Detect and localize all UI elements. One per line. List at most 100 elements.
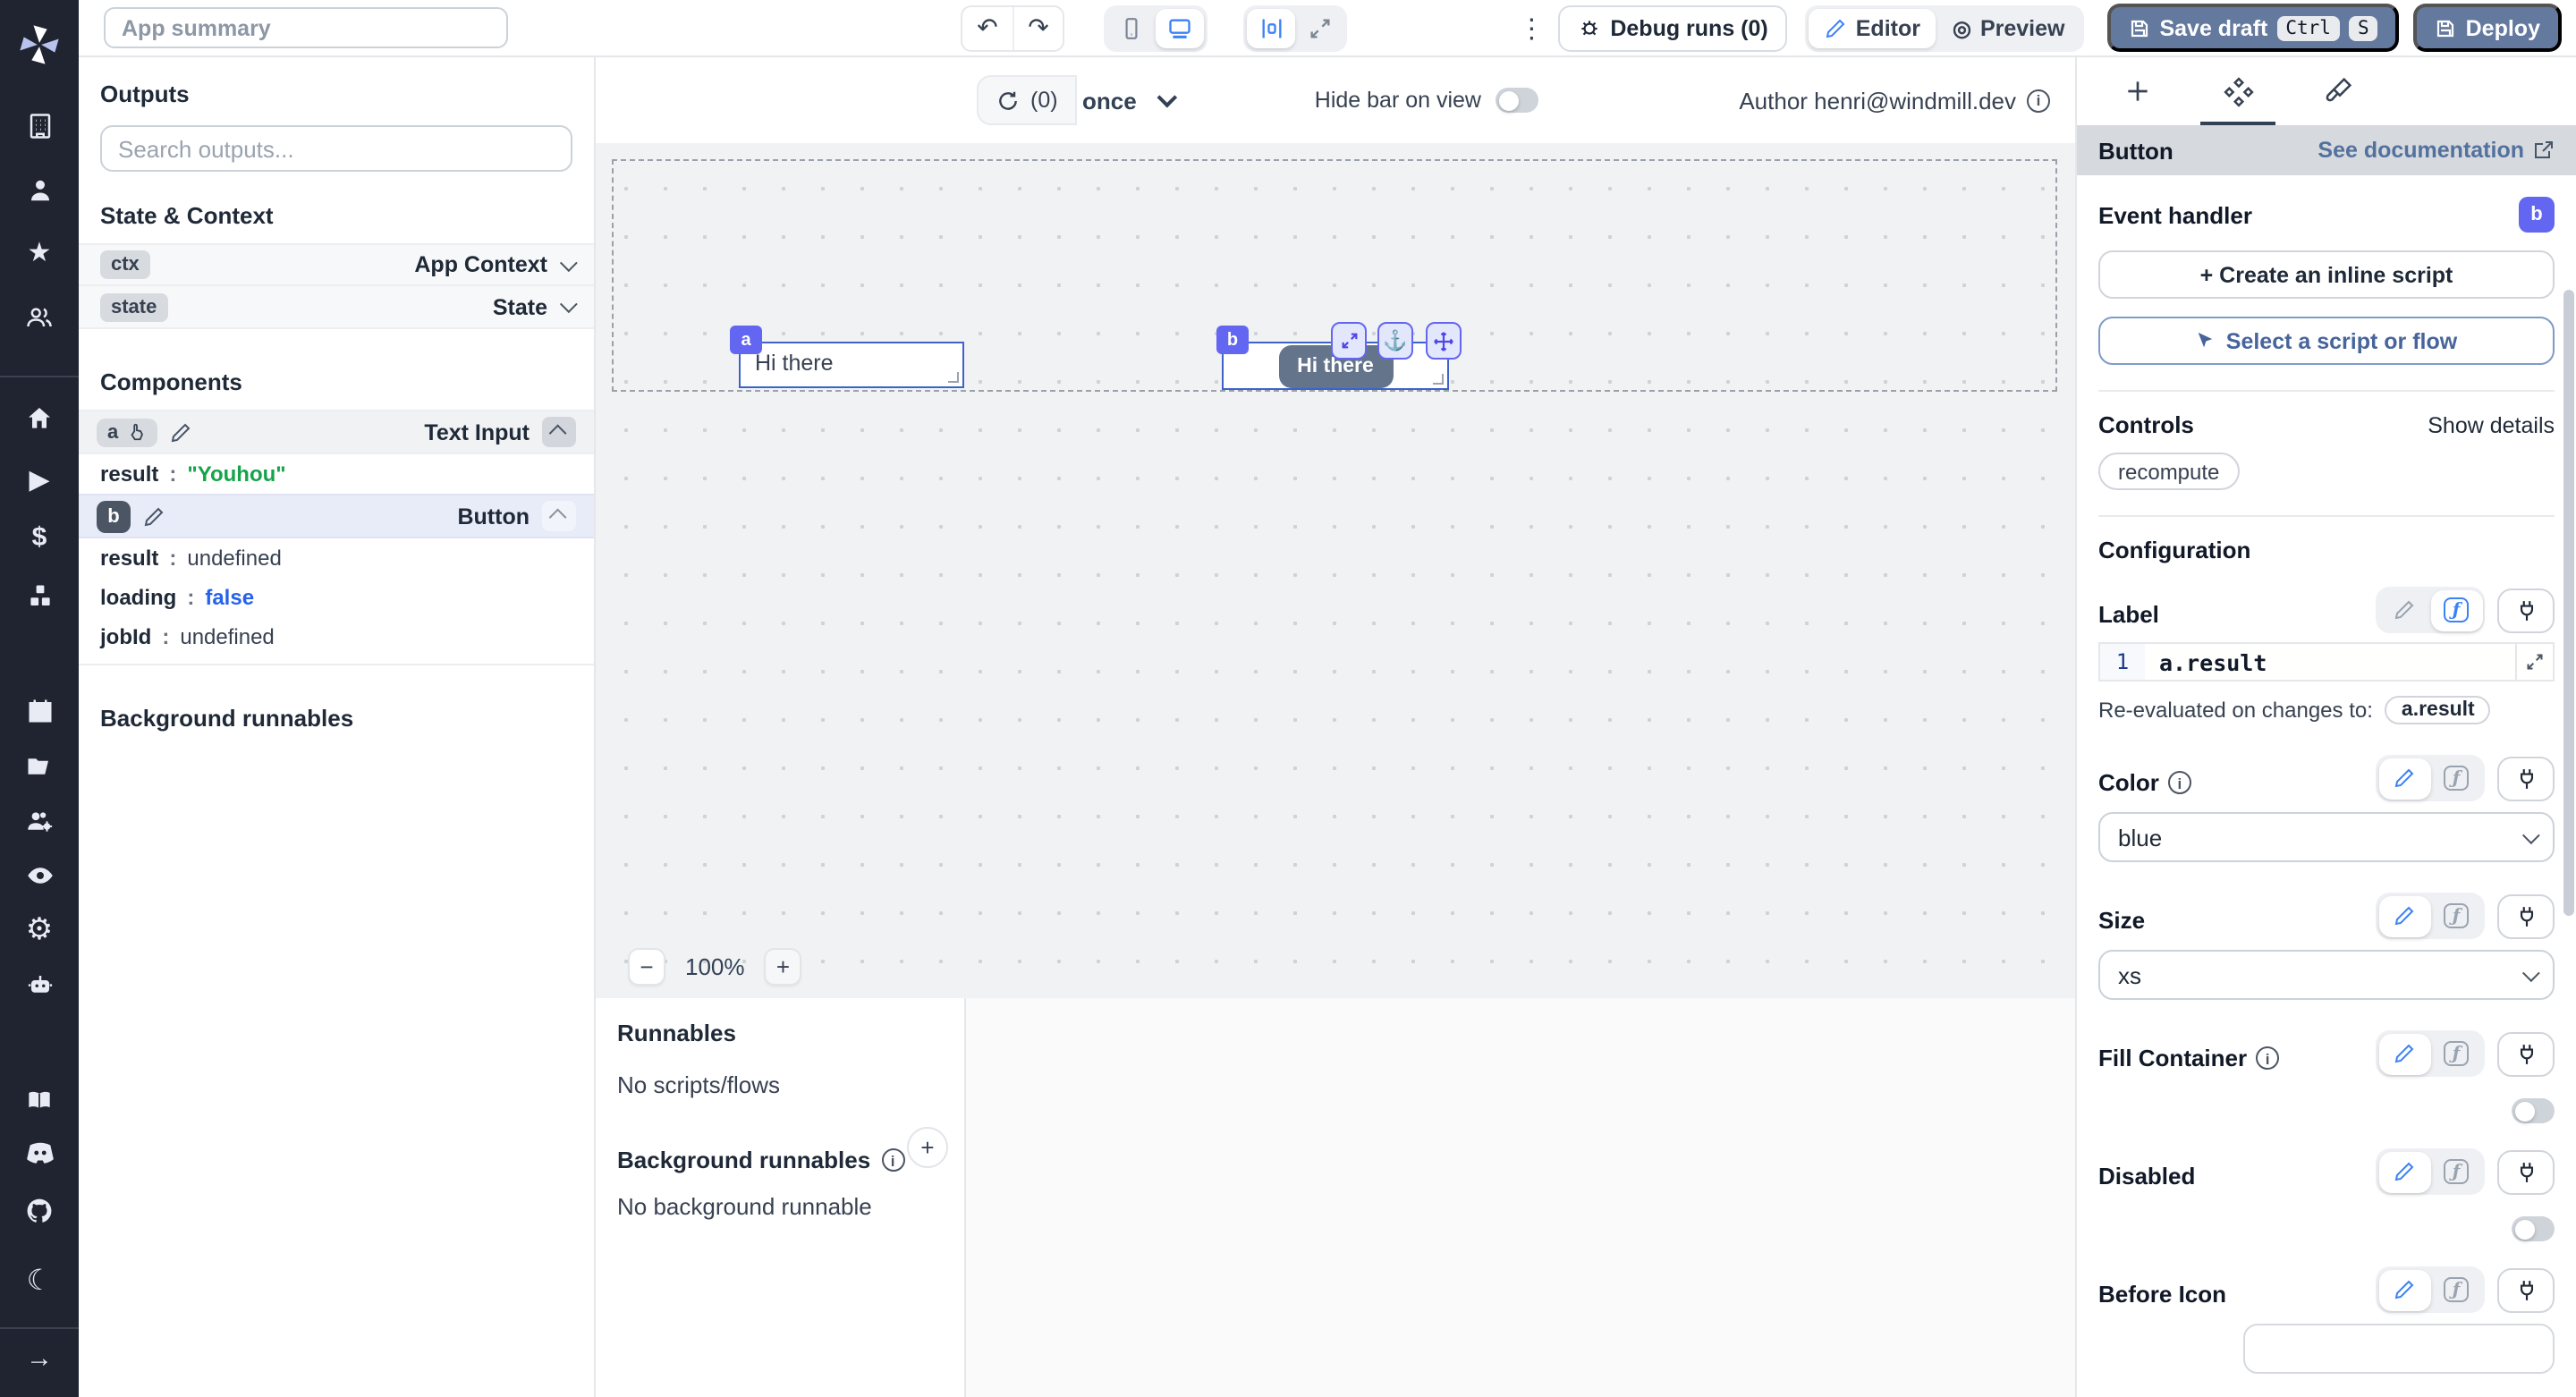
edit-pencil-icon[interactable]: [170, 421, 191, 443]
color-select[interactable]: blue: [2098, 812, 2555, 862]
zoom-in-button[interactable]: +: [764, 948, 802, 986]
eval-mode-button[interactable]: ƒ: [2430, 895, 2482, 936]
canvas-component-b[interactable]: b ⚓ Hi there: [1216, 322, 1462, 390]
info-icon[interactable]: i: [2256, 1046, 2280, 1070]
static-mode-button[interactable]: [2378, 1033, 2430, 1074]
add-background-runnable-button[interactable]: +: [907, 1127, 948, 1168]
reeval-target-pill[interactable]: a.result: [2385, 696, 2491, 724]
center-layout-button[interactable]: [1247, 8, 1295, 47]
discord-icon[interactable]: [0, 1141, 79, 1164]
hide-bar-toggle[interactable]: [1496, 88, 1538, 113]
runs-play-icon[interactable]: ▶: [0, 467, 79, 494]
connect-plug-button[interactable]: [2497, 893, 2555, 938]
save-draft-button[interactable]: Save draft Ctrl S: [2107, 4, 2400, 52]
event-handler-badge[interactable]: b: [2519, 197, 2555, 233]
more-menu-kebab[interactable]: ⋮: [1515, 12, 1547, 44]
billing-dollar-icon[interactable]: $: [0, 524, 79, 551]
fullwidth-layout-button[interactable]: [1295, 8, 1343, 47]
schedule-mode-select[interactable]: once: [1082, 87, 1137, 114]
audit-eye-icon[interactable]: [0, 862, 79, 889]
eval-mode-button[interactable]: ƒ: [2430, 1269, 2482, 1310]
tab-styling[interactable]: [2288, 57, 2388, 125]
connect-plug-button[interactable]: [2497, 756, 2555, 800]
anchor-component-button[interactable]: ⚓: [1377, 322, 1413, 360]
size-select[interactable]: xs: [2098, 950, 2555, 1000]
component-b-row[interactable]: b Button: [79, 494, 594, 538]
connect-plug-button[interactable]: [2497, 1149, 2555, 1194]
state-row[interactable]: state State: [79, 286, 594, 329]
eval-mode-button[interactable]: ƒ: [2430, 758, 2482, 799]
output-row[interactable]: loading : false: [79, 578, 594, 617]
output-row[interactable]: jobId : undefined: [79, 617, 594, 665]
ai-robot-icon[interactable]: [0, 971, 79, 998]
dark-mode-moon-icon[interactable]: ☾: [0, 1267, 79, 1296]
component-a-row[interactable]: a Text Input: [79, 410, 594, 454]
eval-mode-button[interactable]: ƒ: [2430, 1033, 2482, 1074]
connect-plug-button[interactable]: [2497, 1031, 2555, 1076]
panel-scrollbar-thumb[interactable]: [2563, 290, 2574, 916]
user-icon[interactable]: [0, 177, 79, 204]
editor-tab[interactable]: Editor: [1809, 8, 1936, 47]
workspace-icon[interactable]: [0, 113, 79, 140]
search-outputs-input[interactable]: [100, 125, 572, 172]
folders-icon[interactable]: [0, 753, 79, 780]
info-icon[interactable]: i: [2027, 89, 2050, 112]
label-code-editor[interactable]: 1 a.result: [2098, 642, 2555, 682]
recompute-control[interactable]: recompute: [2098, 453, 2240, 490]
connect-plug-button[interactable]: [2497, 1267, 2555, 1312]
output-row[interactable]: result : "Youhou": [79, 454, 594, 494]
tab-add-component[interactable]: [2088, 57, 2188, 125]
settings-gear-icon[interactable]: ⚙: [0, 914, 79, 944]
desktop-view-button[interactable]: [1156, 8, 1204, 47]
collapse-b-button[interactable]: [542, 501, 576, 531]
resize-handle[interactable]: [1433, 374, 1444, 385]
debug-runs-button[interactable]: Debug runs (0): [1558, 4, 1788, 51]
static-mode-button[interactable]: [2378, 758, 2430, 799]
chevron-down-icon[interactable]: [1157, 87, 1178, 108]
preview-tab[interactable]: ◎ Preview: [1936, 8, 2081, 47]
app-summary-input[interactable]: [104, 7, 508, 48]
favorites-star-icon[interactable]: ★: [0, 240, 79, 267]
refresh-button[interactable]: (0): [977, 75, 1078, 125]
schedules-calendar-icon[interactable]: [0, 698, 79, 724]
chevron-down-icon[interactable]: [559, 295, 578, 314]
label-code-value[interactable]: a.result: [2145, 644, 2515, 680]
redo-button[interactable]: ↷: [1013, 6, 1063, 49]
info-icon[interactable]: i: [2167, 771, 2191, 794]
canvas-component-a[interactable]: a Hi there: [730, 326, 964, 388]
move-component-button[interactable]: [1426, 322, 1462, 360]
info-icon[interactable]: i: [881, 1148, 905, 1172]
mobile-view-button[interactable]: [1107, 8, 1156, 47]
output-row[interactable]: result : undefined: [79, 538, 594, 578]
undo-button[interactable]: ↶: [962, 6, 1013, 49]
ctx-row[interactable]: ctx App Context: [79, 243, 594, 286]
windmill-logo[interactable]: [0, 21, 79, 68]
expand-component-button[interactable]: [1331, 322, 1367, 360]
edit-pencil-icon[interactable]: [143, 505, 165, 527]
resize-handle[interactable]: [948, 372, 959, 383]
component-a-tag[interactable]: a: [730, 326, 762, 354]
connect-plug-button[interactable]: [2497, 588, 2555, 632]
github-icon[interactable]: [0, 1197, 79, 1225]
see-documentation-link[interactable]: See documentation: [2318, 138, 2555, 163]
groups-icon[interactable]: [0, 304, 79, 331]
disabled-toggle[interactable]: [2512, 1216, 2555, 1241]
collapse-a-button[interactable]: [542, 417, 576, 447]
static-mode-button[interactable]: [2378, 1151, 2430, 1192]
show-details-link[interactable]: Show details: [2428, 412, 2555, 437]
component-b-tag[interactable]: b: [1216, 326, 1249, 354]
static-mode-button[interactable]: [2378, 589, 2430, 631]
chevron-down-icon[interactable]: [559, 253, 578, 272]
fill-container-toggle[interactable]: [2512, 1098, 2555, 1123]
create-inline-script-button[interactable]: + Create an inline script: [2098, 250, 2555, 299]
app-canvas[interactable]: a Hi there b ⚓ Hi there − 100% +: [596, 143, 2075, 998]
collapse-arrow-icon[interactable]: →: [0, 1345, 79, 1372]
deploy-button[interactable]: Deploy: [2413, 4, 2562, 52]
text-input-component[interactable]: Hi there: [741, 343, 962, 376]
tab-component-settings[interactable]: [2188, 57, 2288, 125]
static-mode-button[interactable]: [2378, 1269, 2430, 1310]
eval-mode-button[interactable]: ƒ: [2430, 1151, 2482, 1192]
select-script-button[interactable]: Select a script or flow: [2098, 317, 2555, 365]
expand-editor-button[interactable]: [2515, 644, 2553, 680]
home-icon[interactable]: [0, 404, 79, 433]
